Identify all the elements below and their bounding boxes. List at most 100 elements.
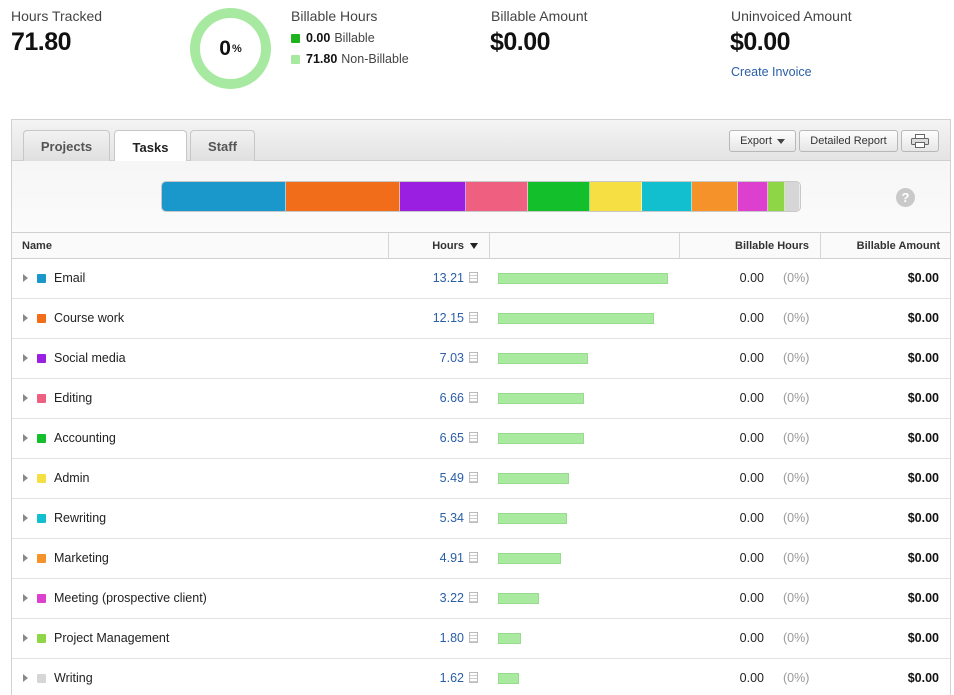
task-hours-bar <box>498 353 588 364</box>
tasks-table-body: Email 13.21 0.00 (0%) $0.00 Course work 12.15 0… <box>12 259 950 695</box>
table-row[interactable]: Accounting 6.65 0.00 (0%) $0.00 <box>12 419 950 459</box>
task-hours-stacked-bar <box>161 181 801 212</box>
task-hours-bar <box>498 633 521 644</box>
expand-arrow-icon[interactable] <box>23 594 28 602</box>
stacked-bar-segment[interactable] <box>737 182 768 211</box>
task-hours-bar <box>498 273 668 284</box>
stacked-bar-segment[interactable] <box>399 182 466 211</box>
print-button[interactable] <box>901 130 939 152</box>
task-name[interactable]: Course work <box>54 311 124 325</box>
task-billable-percent: (0%) <box>783 271 810 285</box>
task-color-swatch <box>37 634 46 643</box>
expand-arrow-icon[interactable] <box>23 434 28 442</box>
task-color-swatch <box>37 554 46 563</box>
table-row[interactable]: Email 13.21 0.00 (0%) $0.00 <box>12 259 950 299</box>
table-row[interactable]: Marketing 4.91 0.00 (0%) $0.00 <box>12 539 950 579</box>
task-name[interactable]: Meeting (prospective client) <box>54 591 207 605</box>
stacked-bar-segment[interactable] <box>590 182 642 211</box>
billable-hours-label: Billable Hours <box>291 8 378 24</box>
export-button[interactable]: Export <box>729 130 796 152</box>
tab-staff[interactable]: Staff <box>190 130 255 162</box>
task-name[interactable]: Social media <box>54 351 126 365</box>
task-billable-percent: (0%) <box>783 471 810 485</box>
task-hours[interactable]: 5.49 <box>440 471 464 485</box>
expand-arrow-icon[interactable] <box>23 474 28 482</box>
task-name[interactable]: Admin <box>54 471 89 485</box>
tab-projects[interactable]: Projects <box>23 130 110 162</box>
stacked-bar-segment[interactable] <box>641 182 692 211</box>
stacked-bar-segment[interactable] <box>691 182 738 211</box>
task-billable-amount: $0.00 <box>907 591 939 605</box>
expand-arrow-icon[interactable] <box>23 634 28 642</box>
note-icon <box>469 672 478 683</box>
expand-arrow-icon[interactable] <box>23 394 28 402</box>
stacked-bar-segment[interactable] <box>767 182 785 211</box>
expand-arrow-icon[interactable] <box>23 674 28 682</box>
task-color-swatch <box>37 314 46 323</box>
task-hours-bar <box>498 553 561 564</box>
hours-tracked-value: 71.80 <box>11 28 72 56</box>
table-row[interactable]: Meeting (prospective client) 3.22 0.00 (0%)… <box>12 579 950 619</box>
task-hours[interactable]: 12.15 <box>433 311 464 325</box>
expand-arrow-icon[interactable] <box>23 354 28 362</box>
non-billable-value: 71.80 <box>306 52 338 66</box>
column-header-hours[interactable]: Hours <box>388 233 489 259</box>
table-row[interactable]: Editing 6.66 0.00 (0%) $0.00 <box>12 379 950 419</box>
table-row[interactable]: Rewriting 5.34 0.00 (0%) $0.00 <box>12 499 950 539</box>
table-row[interactable]: Project Management 1.80 0.00 (0%) $0.00 <box>12 619 950 659</box>
task-name[interactable]: Editing <box>54 391 92 405</box>
billable-percent-value: 0 <box>219 36 231 60</box>
stacked-bar-segment[interactable] <box>527 182 591 211</box>
task-hours[interactable]: 5.34 <box>440 511 464 525</box>
table-row[interactable]: Admin 5.49 0.00 (0%) $0.00 <box>12 459 950 499</box>
task-name[interactable]: Writing <box>54 671 93 685</box>
help-icon[interactable]: ? <box>896 188 915 207</box>
task-color-swatch <box>37 514 46 523</box>
task-hours-bar <box>498 473 569 484</box>
stacked-bar-segment[interactable] <box>285 182 400 211</box>
column-header-billable-amount[interactable]: Billable Amount <box>820 233 950 259</box>
task-color-swatch <box>37 434 46 443</box>
expand-arrow-icon[interactable] <box>23 514 28 522</box>
tab-tasks[interactable]: Tasks <box>114 130 187 163</box>
column-header-billable-hours[interactable]: Billable Hours <box>679 233 820 259</box>
task-billable-amount: $0.00 <box>907 551 939 565</box>
task-hours[interactable]: 6.66 <box>440 391 464 405</box>
task-name[interactable]: Accounting <box>54 431 116 445</box>
expand-arrow-icon[interactable] <box>23 554 28 562</box>
task-hours[interactable]: 6.65 <box>440 431 464 445</box>
create-invoice-link[interactable]: Create Invoice <box>731 65 812 79</box>
task-hours[interactable]: 4.91 <box>440 551 464 565</box>
billable-percent-unit: % <box>231 42 242 55</box>
expand-arrow-icon[interactable] <box>23 274 28 282</box>
task-name[interactable]: Rewriting <box>54 511 106 525</box>
table-row[interactable]: Social media 7.03 0.00 (0%) $0.00 <box>12 339 950 379</box>
task-hours[interactable]: 1.80 <box>440 631 464 645</box>
table-row[interactable]: Course work 12.15 0.00 (0%) $0.00 <box>12 299 950 339</box>
stacked-bar-segment[interactable] <box>784 182 800 211</box>
task-hours-bar <box>498 393 584 404</box>
column-header-bar <box>489 233 679 259</box>
task-hours[interactable]: 7.03 <box>440 351 464 365</box>
export-label: Export <box>740 135 772 147</box>
task-hours[interactable]: 3.22 <box>440 591 464 605</box>
task-billable-amount: $0.00 <box>907 631 939 645</box>
task-billable-hours: 0.00 <box>739 431 764 445</box>
stacked-bar-segment[interactable] <box>162 182 286 211</box>
note-icon <box>469 272 478 283</box>
billable-value: 0.00 <box>306 31 331 45</box>
task-hours[interactable]: 13.21 <box>433 271 464 285</box>
task-name[interactable]: Marketing <box>54 551 109 565</box>
table-row[interactable]: Writing 1.62 0.00 (0%) $0.00 <box>12 659 950 695</box>
task-name[interactable]: Email <box>54 271 85 285</box>
detailed-report-button[interactable]: Detailed Report <box>799 130 898 152</box>
task-billable-amount: $0.00 <box>907 311 939 325</box>
column-header-name[interactable]: Name <box>12 233 388 259</box>
billable-legend: 0.00 Billable <box>291 31 375 45</box>
task-hours-bar <box>498 433 584 444</box>
expand-arrow-icon[interactable] <box>23 314 28 322</box>
task-name[interactable]: Project Management <box>54 631 169 645</box>
task-hours[interactable]: 1.62 <box>440 671 464 685</box>
stacked-bar-segment[interactable] <box>465 182 528 211</box>
task-billable-amount: $0.00 <box>907 471 939 485</box>
